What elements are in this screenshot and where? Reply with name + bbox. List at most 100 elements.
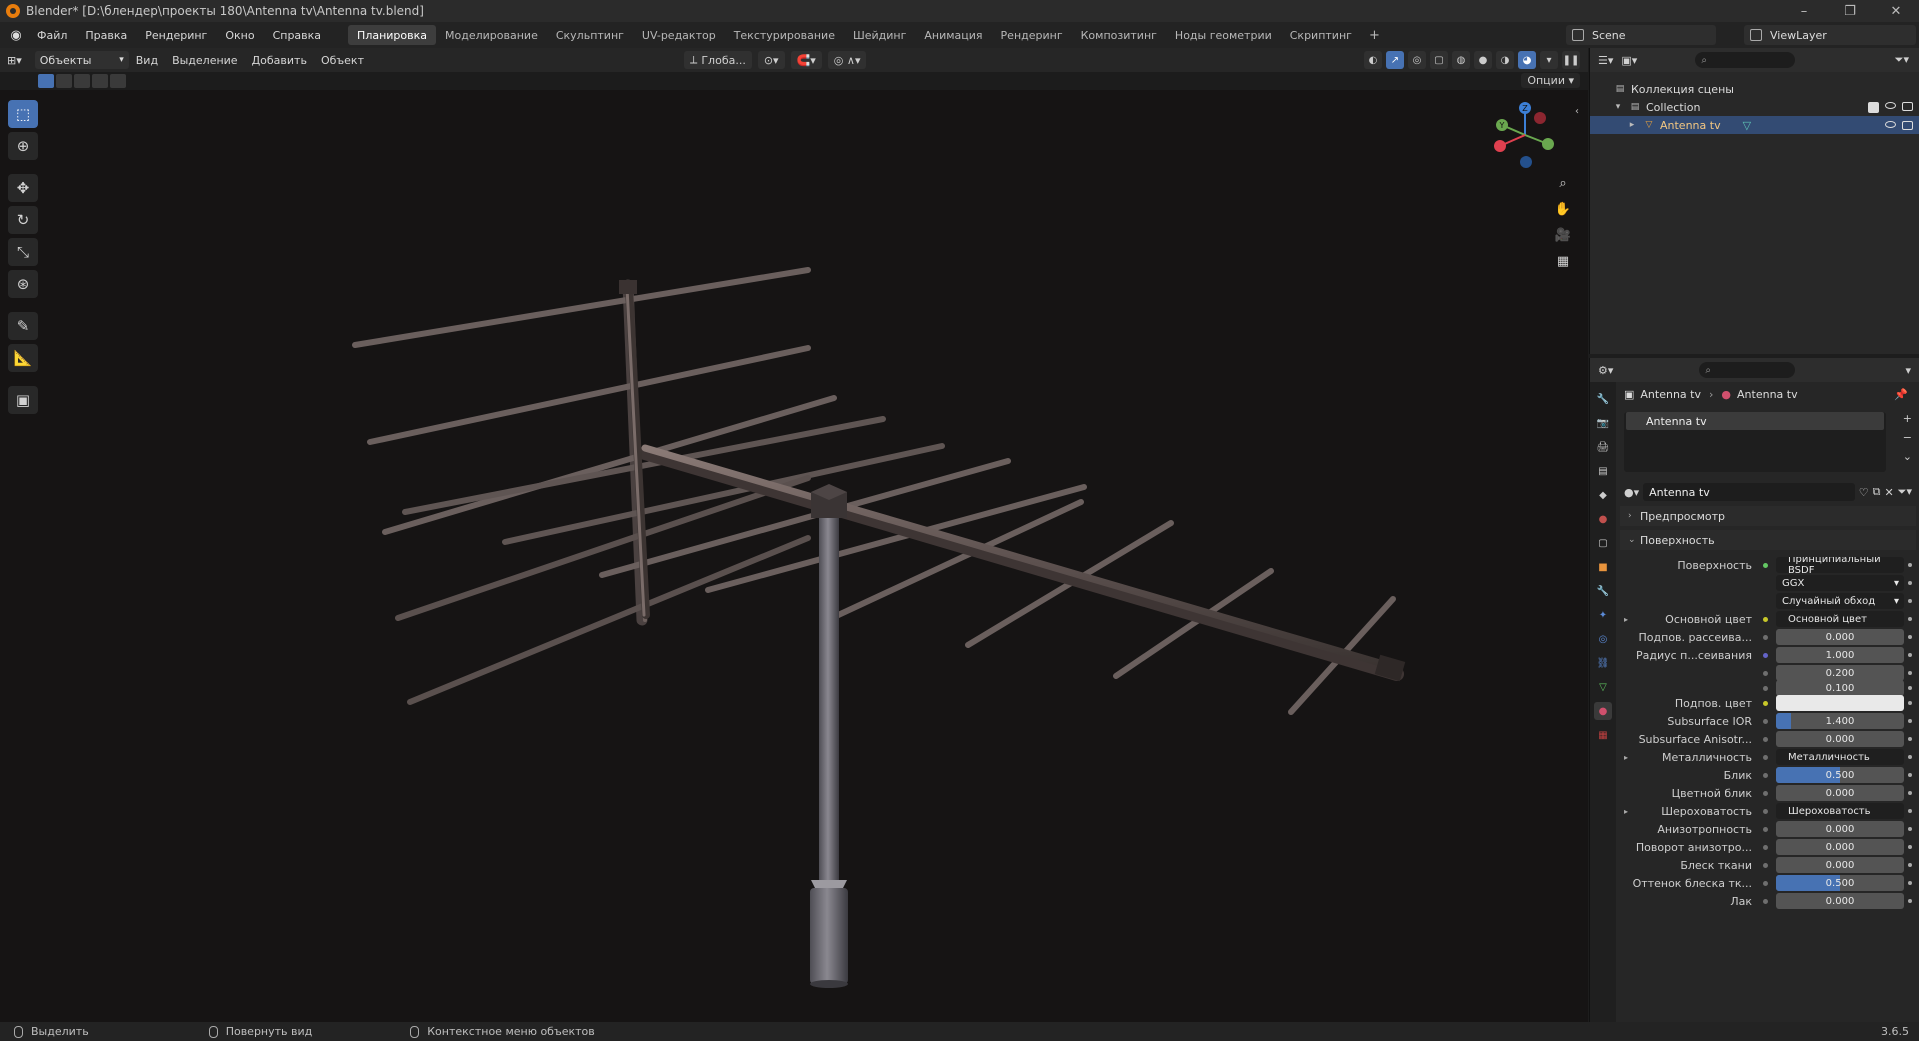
socket-icon[interactable] <box>1760 650 1770 660</box>
options-dropdown[interactable]: Опции ▾ <box>1521 73 1580 88</box>
shading-options-dropdown[interactable]: ▾ <box>1540 51 1558 69</box>
transform-orientation-dropdown[interactable]: ⟂ Глоба... <box>684 51 752 69</box>
eye-icon[interactable] <box>1885 101 1896 109</box>
3d-viewport[interactable] <box>0 90 1588 1022</box>
select-intersect-button[interactable] <box>110 74 126 88</box>
tab-scripting[interactable]: Скриптинг <box>1281 25 1361 45</box>
cursor-tool[interactable]: ⊕ <box>8 132 38 160</box>
pause-render-button[interactable]: ❚❚ <box>1562 51 1580 69</box>
display-mode-icon[interactable]: ▣▾ <box>1621 54 1637 67</box>
proportional-editing-toggle[interactable]: ◎ ∧▾ <box>827 51 867 69</box>
render-tab-icon[interactable]: 📷 <box>1594 414 1612 432</box>
add-slot-button[interactable]: + <box>1903 412 1912 425</box>
socket-icon[interactable] <box>1760 578 1770 588</box>
visibility-dropdown[interactable]: ◐ <box>1364 51 1382 69</box>
socket-icon[interactable] <box>1760 683 1770 693</box>
socket-icon[interactable] <box>1760 860 1770 870</box>
pin-icon[interactable]: 📌 <box>1894 388 1908 401</box>
select-subtract-button[interactable] <box>74 74 90 88</box>
color-field[interactable] <box>1776 695 1904 711</box>
surface-panel-header[interactable]: ⌄ Поверхность <box>1620 530 1916 550</box>
tab-rendering[interactable]: Рендеринг <box>992 25 1072 45</box>
socket-icon[interactable] <box>1760 716 1770 726</box>
tab-shading[interactable]: Шейдинг <box>844 25 915 45</box>
socket-icon[interactable] <box>1760 842 1770 852</box>
menu-edit[interactable]: Правка <box>76 22 136 48</box>
socket-icon[interactable] <box>1760 596 1770 606</box>
socket-icon[interactable] <box>1760 698 1770 708</box>
keyframe-dot-icon[interactable] <box>1908 563 1912 567</box>
keyframe-dot-icon[interactable] <box>1908 671 1912 675</box>
filter-icon[interactable]: ⏷▾ <box>1895 53 1909 67</box>
number-field[interactable]: 0.000 <box>1776 821 1904 837</box>
socket-icon[interactable] <box>1760 614 1770 624</box>
rendered-shading-button[interactable]: ◕ <box>1518 51 1536 69</box>
menu-add[interactable]: Добавить <box>245 48 314 72</box>
socket-icon[interactable] <box>1760 824 1770 834</box>
particles-tab-icon[interactable]: ✦ <box>1594 606 1612 624</box>
dropdown-field[interactable]: GGX ▾ <box>1776 575 1904 591</box>
object-tab-icon[interactable]: ■ <box>1594 558 1612 576</box>
dropdown-field[interactable]: Принципиальный BSDF <box>1776 557 1904 573</box>
minimize-button[interactable]: – <box>1781 0 1827 22</box>
dropdown-field[interactable]: Шероховатость <box>1776 803 1904 819</box>
perspective-grid-icon[interactable]: ▦ <box>1553 251 1573 271</box>
slot-menu-button[interactable]: ⌄ <box>1903 450 1912 463</box>
select-invert-button[interactable] <box>92 74 108 88</box>
solid-shading-button[interactable]: ● <box>1474 51 1492 69</box>
overlays-toggle[interactable]: ◎ <box>1408 51 1426 69</box>
tab-compositing[interactable]: Композитинг <box>1072 25 1166 45</box>
material-browse-icon[interactable]: ●▾ <box>1624 486 1639 499</box>
transform-tool[interactable]: ⊛ <box>8 270 38 298</box>
xray-toggle[interactable]: ▢ <box>1430 51 1448 69</box>
view-layer-tab-icon[interactable]: ▤ <box>1594 462 1612 480</box>
dropdown-field[interactable]: Металличность <box>1776 749 1904 765</box>
modifier-tab-icon[interactable]: 🔧 <box>1594 582 1612 600</box>
keyframe-dot-icon[interactable] <box>1908 617 1912 621</box>
keyframe-dot-icon[interactable] <box>1908 845 1912 849</box>
keyframe-dot-icon[interactable] <box>1908 809 1912 813</box>
camera-render-icon[interactable] <box>1902 101 1913 111</box>
socket-icon[interactable] <box>1760 896 1770 906</box>
dropdown-field[interactable]: Случайный обход ▾ <box>1776 593 1904 609</box>
gizmo-x-axis[interactable] <box>1494 140 1506 152</box>
measure-tool[interactable]: 📐 <box>8 344 38 372</box>
editor-type-icon[interactable]: ⊞▾ <box>0 48 29 72</box>
socket-icon[interactable] <box>1760 560 1770 570</box>
properties-editor-icon[interactable]: ⚙▾ <box>1598 364 1613 377</box>
tab-animation[interactable]: Анимация <box>915 25 991 45</box>
keyframe-dot-icon[interactable] <box>1908 863 1912 867</box>
outliner-editor-icon[interactable]: ☰▾ <box>1598 54 1613 67</box>
output-tab-icon[interactable]: 🖨 <box>1594 438 1612 456</box>
unlink-material-icon[interactable]: ✕ <box>1884 486 1893 499</box>
scale-tool[interactable]: ⤡ <box>8 238 38 266</box>
keyframe-dot-icon[interactable] <box>1908 701 1912 705</box>
menu-help[interactable]: Справка <box>264 22 330 48</box>
material-tab-icon[interactable]: ● <box>1594 702 1612 720</box>
world-tab-icon[interactable]: ● <box>1594 510 1612 528</box>
physics-tab-icon[interactable]: ◎ <box>1594 630 1612 648</box>
fake-user-icon[interactable]: ♡ <box>1859 486 1869 499</box>
texture-tab-icon[interactable]: ▦ <box>1594 726 1612 744</box>
number-field[interactable]: 0.000 <box>1776 857 1904 873</box>
blender-menu-icon[interactable]: ◉ <box>4 22 28 48</box>
socket-icon[interactable] <box>1760 752 1770 762</box>
menu-select[interactable]: Выделение <box>165 48 245 72</box>
gizmo-toggle[interactable]: ↗ <box>1386 51 1404 69</box>
material-preview-button[interactable]: ◑ <box>1496 51 1514 69</box>
number-field[interactable]: 0.000 <box>1776 785 1904 801</box>
collection-tab-icon[interactable]: ▢ <box>1594 534 1612 552</box>
scene-tab-icon[interactable]: ◆ <box>1594 486 1612 504</box>
pivot-point-dropdown[interactable]: ⊙▾ <box>757 51 785 69</box>
number-field[interactable]: 1.400 <box>1776 713 1904 729</box>
duplicate-material-icon[interactable]: ⧉ <box>1873 485 1881 499</box>
expand-arrow-icon[interactable]: ▸ <box>1626 119 1638 131</box>
keyframe-dot-icon[interactable] <box>1908 881 1912 885</box>
expand-arrow-icon[interactable]: ▸ <box>1624 807 1628 816</box>
tab-sculpting[interactable]: Скульптинг <box>547 25 633 45</box>
keyframe-dot-icon[interactable] <box>1908 653 1912 657</box>
socket-icon[interactable] <box>1760 632 1770 642</box>
material-filter-icon[interactable]: ⏷▾ <box>1898 485 1912 499</box>
gizmo-neg-x-axis[interactable] <box>1534 112 1546 124</box>
socket-icon[interactable] <box>1760 770 1770 780</box>
